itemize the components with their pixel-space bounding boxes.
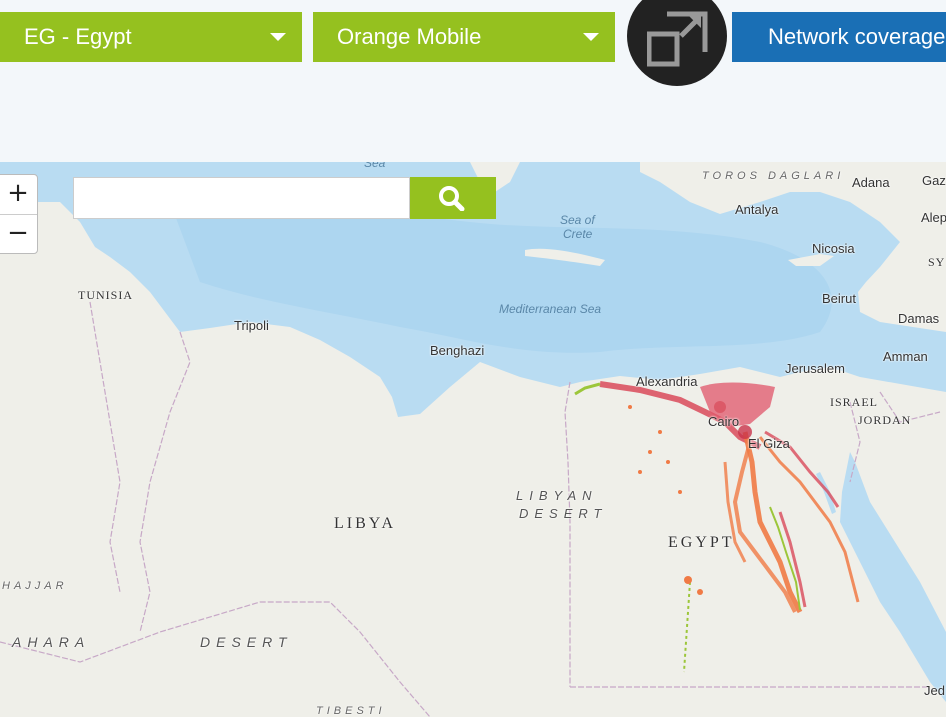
operator-select-value: Orange Mobile [337,24,482,49]
map-label: EGYPT [668,534,735,551]
map-label: Gaz [922,173,946,188]
coverage-map[interactable]: Sea TUNISIA Tripoli Benghazi Mediterrane… [0,162,946,717]
map-label: Adana [852,175,890,190]
map-label: Jerusalem [785,361,845,376]
map-label: HAJJAR [2,580,68,592]
map-label: TOROS DAGLARI [702,170,845,182]
map-label: Damas [898,311,940,326]
search-button[interactable] [410,177,496,219]
map-label: Beirut [822,291,856,306]
zoom-in-button[interactable]: + [0,175,37,214]
map-label: Mediterranean Sea [499,302,602,316]
map-label: Nicosia [812,241,855,256]
search-input[interactable] [73,177,410,219]
operator-select[interactable]: Orange Mobile [313,12,615,62]
map-label: Antalya [735,202,779,217]
map-base [0,162,946,717]
map-label: Tripoli [234,318,269,333]
map-label: DESERT [519,506,608,521]
map-label: Amman [883,349,928,364]
map-label: JORDAN [858,413,912,427]
fullscreen-button[interactable] [627,0,727,86]
map-label: LIBYAN [516,488,598,503]
map-label: Jed [924,683,945,698]
zoom-control: + − [0,174,38,254]
map-label: AHARA [12,634,91,650]
chevron-down-icon [583,33,599,41]
map-label: SY [928,255,946,269]
search-icon [439,186,465,211]
map-label: DESERT [200,634,293,650]
map-label: Alep [921,210,946,225]
country-select[interactable]: EG - Egypt [0,12,302,62]
map-label: TUNISIA [78,288,133,302]
map-label: TIBESTI [316,705,386,717]
network-coverage-button[interactable]: Network coverage [732,12,946,62]
expand-icon [647,11,708,67]
map-label: Crete [563,227,593,241]
map-label: El Giza [748,436,790,451]
toolbar: EG - Egypt Orange Mobile Network coverag… [0,0,946,162]
country-select-value: EG - Egypt [24,24,132,49]
map-label: Sea of [560,213,595,227]
zoom-out-button[interactable]: − [0,214,37,254]
map-label: Benghazi [430,343,485,358]
map-label: LIBYA [334,515,397,532]
map-label: ISRAEL [830,395,878,409]
map-label: Cairo [708,414,740,429]
map-label: Alexandria [636,374,698,389]
map-label: Sea [364,162,386,170]
chevron-down-icon [270,33,286,41]
